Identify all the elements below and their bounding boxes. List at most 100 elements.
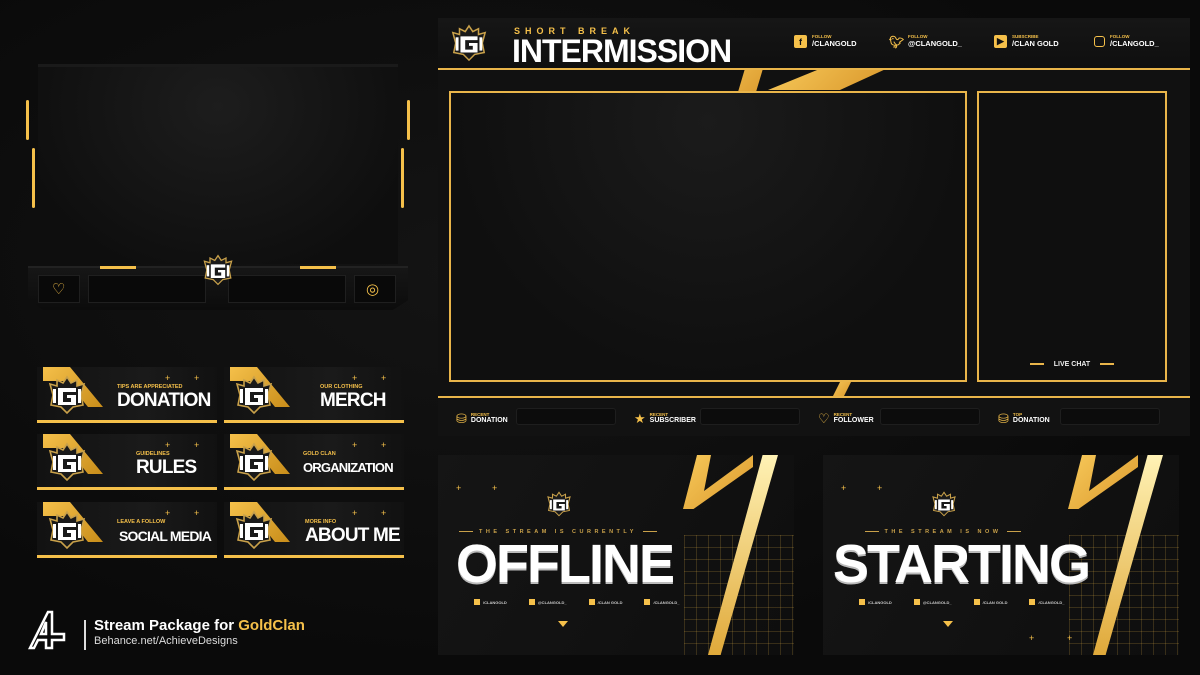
goldclan-logo	[450, 24, 488, 62]
goldclan-logo	[234, 375, 274, 415]
social-twitter[interactable]: @CLANGOLD_	[528, 599, 567, 605]
gold-accent	[401, 148, 404, 208]
stat-recent-follower: ♡ RECENT FOLLOWER	[818, 408, 980, 427]
designer-link[interactable]: Behance.net/AchieveDesigns	[94, 635, 238, 647]
plus-decoration: +	[1029, 633, 1035, 643]
panel-subtitle: LEAVE A FOLLOW	[117, 519, 166, 525]
stat-value-box	[700, 408, 800, 425]
offline-scene: + + THE STREAM IS CURRENTLY OFFLINE /CLA…	[438, 455, 794, 655]
goldclan-logo	[546, 491, 572, 517]
plus-decoration: +	[194, 373, 200, 383]
chat-label: LIVE CHAT	[979, 361, 1165, 368]
intermission-header: SHORT BREAK INTERMISSION f FOLLOW/CLANGO…	[438, 18, 1190, 70]
plus-decoration: +	[165, 440, 171, 450]
info-slot	[228, 275, 346, 303]
panel-donation[interactable]: + + TIPS ARE APPRECIATED DONATION	[37, 367, 217, 423]
goldclan-logo	[47, 375, 87, 415]
down-arrow-icon	[943, 621, 953, 627]
goldclan-logo	[234, 442, 274, 482]
social-handle: /CLANGOLD	[812, 38, 857, 48]
plus-decoration: +	[877, 483, 883, 493]
divider	[84, 620, 86, 650]
social-youtube[interactable]: ▶ SUBSCRIBE/CLAN GOLD	[994, 35, 1059, 48]
down-arrow-icon	[558, 621, 568, 627]
facebook-icon	[859, 599, 865, 605]
social-facebook[interactable]: /CLANGOLD	[859, 599, 892, 605]
plus-decoration: +	[456, 483, 462, 493]
youtube-icon	[588, 599, 595, 605]
gold-accent	[26, 100, 29, 140]
plus-decoration: +	[165, 373, 171, 383]
stat-title: DONATION	[1012, 417, 1050, 425]
panel-merch[interactable]: + + OUR CLOTHING MERCH	[224, 367, 404, 423]
plus-decoration: +	[352, 440, 358, 450]
social-twitter[interactable]: @CLANGOLD_	[913, 599, 952, 605]
instagram-icon	[1029, 599, 1036, 605]
coins-icon: ⛁	[998, 411, 1009, 426]
panel-title: SOCIAL MEDIA	[119, 528, 212, 544]
social-instagram[interactable]: FOLLOW/CLANGOLD_	[1094, 34, 1159, 48]
plus-decoration: +	[381, 373, 387, 383]
goldclan-logo	[47, 510, 87, 550]
package-title-prefix: Stream Package for	[94, 617, 239, 634]
social-handle: /CLANGOLD_	[1110, 38, 1159, 48]
stat-title: SUBSCRIBER	[649, 417, 696, 425]
panel-title: ABOUT ME	[305, 525, 401, 546]
plus-decoration: +	[1067, 633, 1073, 643]
gold-bolt	[1068, 455, 1138, 509]
social-handle: @CLANGOLD_	[537, 599, 567, 605]
stat-value-box	[880, 408, 980, 425]
plus-decoration: +	[165, 508, 171, 518]
social-twitter[interactable]: 🐦︎ FOLLOW @CLANGOLD_	[888, 34, 962, 49]
social-youtube[interactable]: /CLAN GOLD	[588, 599, 622, 605]
social-handle: /CLANGOLD_	[653, 599, 680, 605]
info-slot	[88, 275, 206, 303]
plus-decoration: +	[352, 373, 358, 383]
gold-accent	[300, 266, 336, 269]
goldclan-logo	[47, 442, 87, 482]
goldclan-logo	[202, 254, 234, 286]
gold-accent	[407, 100, 410, 140]
instagram-icon	[644, 599, 651, 605]
social-row: /CLANGOLD @CLANGOLD_ /CLAN GOLD /CLANGOL…	[474, 599, 679, 605]
gold-accent	[100, 266, 136, 269]
gold-bolt	[768, 68, 888, 90]
stat-recent-subscriber: ★ RECENT SUBSCRIBER	[634, 408, 800, 427]
webcam-overlay: ♡ ◎	[26, 60, 410, 310]
social-facebook[interactable]: f FOLLOW/CLANGOLD	[794, 35, 857, 48]
goldclan-logo	[931, 491, 957, 517]
social-youtube[interactable]: /CLAN GOLD	[973, 599, 1008, 605]
social-instagram[interactable]: /CLANGOLD_	[644, 599, 679, 605]
social-instagram[interactable]: /CLANGOLD_	[1029, 599, 1064, 605]
coin-stack-icon: ◎	[366, 281, 380, 298]
facebook-icon: f	[794, 35, 807, 48]
twitter-icon	[528, 599, 535, 605]
chat-frame: LIVE CHAT	[977, 91, 1167, 382]
social-facebook[interactable]: /CLANGOLD	[474, 599, 507, 605]
social-handle: /CLAN GOLD	[982, 599, 1008, 605]
panel-about-me[interactable]: + + MORE INFO ABOUT ME	[224, 502, 404, 558]
social-handle: @CLANGOLD_	[922, 599, 952, 605]
achieve-logo-icon	[27, 610, 66, 650]
panel-social-media[interactable]: + + LEAVE A FOLLOW SOCIAL MEDIA	[37, 502, 217, 558]
status-title: STARTING	[833, 534, 1091, 594]
social-handle: /CLAN GOLD	[1012, 38, 1059, 48]
coins-icon: ⛁	[456, 411, 467, 426]
status-title: OFFLINE	[456, 534, 675, 594]
youtube-icon	[973, 599, 980, 605]
stat-value-box	[516, 408, 616, 425]
twitter-icon	[913, 599, 920, 605]
stat-title: DONATION	[470, 417, 508, 425]
social-handle: /CLANGOLD	[483, 599, 507, 605]
stats-bar: ⛁ RECENT DONATION ★ RECENT SUBSCRIBER ♡ RE…	[438, 396, 1190, 436]
heart-hand-icon: ♡	[52, 281, 66, 298]
panel-organization[interactable]: + + GOLD CLAN ORGANIZATION	[224, 434, 404, 490]
plus-decoration: +	[841, 483, 847, 493]
star-icon: ★	[634, 411, 646, 426]
plus-decoration: +	[381, 508, 387, 518]
twitter-icon: 🐦︎	[888, 34, 905, 49]
social-handle: /CLANGOLD_	[1038, 599, 1065, 605]
stat-title: FOLLOWER	[833, 417, 874, 425]
panel-rules[interactable]: + + GUIDELINES RULES	[37, 434, 217, 490]
social-handle: @CLANGOLD_	[908, 38, 962, 48]
